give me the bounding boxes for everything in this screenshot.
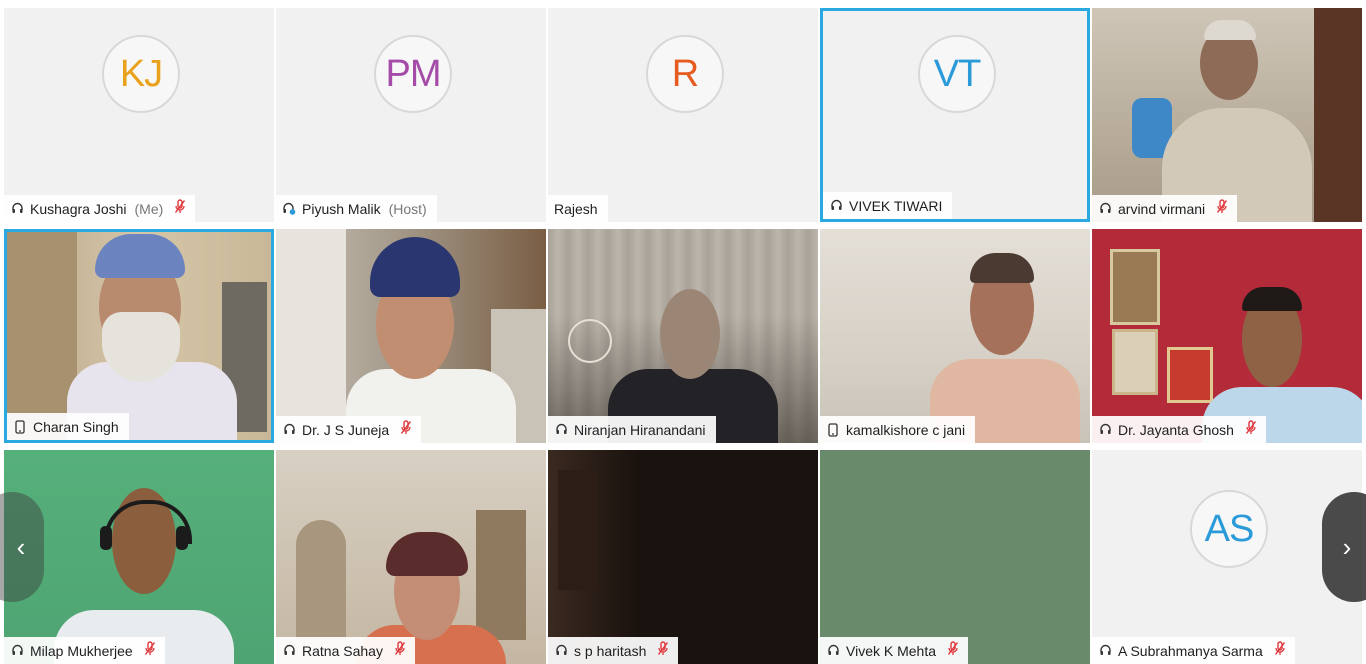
participant-tile-vivek-k-mehta[interactable]: Vivek K Mehta xyxy=(820,450,1090,664)
video-feed xyxy=(276,229,546,443)
muted-mic-icon xyxy=(658,641,669,660)
participant-tile-piyush-malik[interactable]: PM Piyush Malik (Host) xyxy=(276,8,546,222)
chevron-right-icon: › xyxy=(1342,531,1352,562)
name-label: Ratna Sahay xyxy=(276,637,415,664)
muted-mic-icon xyxy=(1245,420,1257,439)
muted-mic-icon xyxy=(947,641,959,660)
muted-mic-icon xyxy=(401,420,412,439)
video-feed xyxy=(276,450,546,664)
participant-tile-kushagra-joshi[interactable]: KJ Kushagra Joshi (Me) xyxy=(4,8,274,222)
headset-icon xyxy=(282,644,296,658)
video-feed xyxy=(820,229,1090,443)
name-label: A Subrahmanya Sarma xyxy=(1092,637,1295,664)
phone-icon xyxy=(826,422,840,437)
participant-tile-vivek-tiwari[interactable]: VT VIVEK TIWARI xyxy=(820,8,1090,222)
video-feed xyxy=(1092,8,1362,222)
name-label: Charan Singh xyxy=(7,413,129,440)
name-label: Dr. Jayanta Ghosh xyxy=(1092,416,1266,443)
muted-mic-icon xyxy=(1274,641,1285,660)
phone-icon xyxy=(13,419,27,434)
participant-tile-charan-singh[interactable]: Charan Singh xyxy=(4,229,274,443)
name-label: VIVEK TIWARI xyxy=(823,192,953,219)
avatar: AS xyxy=(1190,490,1268,568)
participant-tile-ratna-sahay[interactable]: Ratna Sahay xyxy=(276,450,546,664)
name-label: kamalkishore c jani xyxy=(820,416,976,443)
video-feed xyxy=(820,450,1090,664)
muted-mic-icon xyxy=(144,641,155,660)
participant-tile-dr-j-s-juneja[interactable]: Dr. J S Juneja xyxy=(276,229,546,443)
video-grid: KJ Kushagra Joshi (Me) PM Piyush Malik (… xyxy=(4,8,1362,664)
muted-mic-icon xyxy=(394,641,406,660)
video-feed xyxy=(1092,229,1362,443)
muted-mic-icon xyxy=(175,199,186,218)
participant-tile-arvind-virmani[interactable]: arvind virmani xyxy=(1092,8,1362,222)
participant-tile-niranjan-hiranandani[interactable]: Niranjan Hiranandani xyxy=(548,229,818,443)
next-page-button[interactable]: › xyxy=(1322,492,1366,602)
name-label: Rajesh xyxy=(548,195,608,222)
headset-icon xyxy=(826,644,840,658)
headset-icon xyxy=(10,202,24,216)
name-label: Niranjan Hiranandani xyxy=(548,416,716,443)
video-feed xyxy=(548,229,818,443)
video-feed xyxy=(7,232,271,440)
headset-icon xyxy=(10,644,24,658)
headset-icon xyxy=(829,199,843,213)
participant-tile-milap-mukherjee[interactable]: Milap Mukherjee xyxy=(4,450,274,664)
name-label: Piyush Malik (Host) xyxy=(276,195,437,222)
chevron-left-icon: ‹ xyxy=(16,531,26,562)
video-feed xyxy=(4,450,274,664)
avatar: VT xyxy=(918,35,996,113)
headset-icon xyxy=(554,423,568,437)
participant-tile-kamalkishore-c-jani[interactable]: kamalkishore c jani xyxy=(820,229,1090,443)
name-label: arvind virmani xyxy=(1092,195,1238,222)
muted-mic-icon xyxy=(1217,199,1228,218)
host-audio-icon xyxy=(282,202,296,216)
headset-icon xyxy=(1098,423,1112,437)
avatar: KJ xyxy=(102,35,180,113)
participant-tile-rajesh[interactable]: R Rajesh xyxy=(548,8,818,222)
name-label: s p haritash xyxy=(548,637,679,664)
headset-icon xyxy=(1098,644,1112,658)
participant-tile-dr-jayanta-ghosh[interactable]: Dr. Jayanta Ghosh xyxy=(1092,229,1362,443)
headset-icon xyxy=(282,423,296,437)
name-label: Vivek K Mehta xyxy=(820,637,969,664)
previous-page-button[interactable]: ‹ xyxy=(0,492,44,602)
headset-icon xyxy=(1098,202,1112,216)
headset-icon xyxy=(554,644,568,658)
name-label: Milap Mukherjee xyxy=(4,637,165,664)
video-feed xyxy=(548,450,818,664)
avatar: PM xyxy=(374,35,452,113)
participant-tile-s-p-haritash[interactable]: s p haritash xyxy=(548,450,818,664)
name-label: Kushagra Joshi (Me) xyxy=(4,195,196,222)
avatar: R xyxy=(646,35,724,113)
name-label: Dr. J S Juneja xyxy=(276,416,422,443)
